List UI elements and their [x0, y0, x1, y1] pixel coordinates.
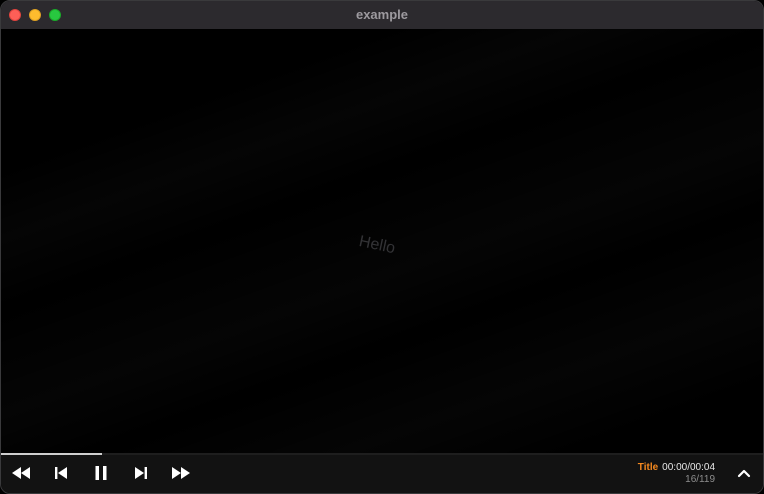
pause-button[interactable]: [89, 463, 113, 483]
title-bar: example: [1, 1, 763, 30]
playback-info: Title 00:00/00:04 16/119: [638, 462, 715, 486]
time-display: 00:00/00:04: [662, 462, 715, 473]
video-overlay-text: Hello: [357, 233, 397, 258]
app-window: example Hello Title 00:00/00:04 16/119: [0, 0, 764, 494]
media-title-label: Title: [637, 462, 659, 473]
fast-rewind-button[interactable]: [9, 463, 33, 483]
expand-button[interactable]: [735, 465, 753, 481]
progress-bar[interactable]: [1, 453, 763, 455]
skip-previous-icon: [55, 467, 67, 479]
progress-bar-fill: [1, 453, 103, 455]
next-button[interactable]: [129, 463, 153, 483]
chevron-up-icon: [737, 469, 751, 478]
previous-button[interactable]: [49, 463, 73, 483]
fast-rewind-icon: [12, 467, 30, 479]
frame-counter: 16/119: [685, 474, 715, 485]
window-title: example: [355, 7, 409, 22]
pause-icon: [95, 466, 107, 480]
fast-forward-button[interactable]: [169, 463, 193, 483]
video-frame[interactable]: Hello: [1, 29, 763, 455]
skip-next-icon: [135, 467, 147, 479]
fast-forward-icon: [172, 467, 190, 479]
playback-controls-bar: Title 00:00/00:04 16/119: [1, 453, 763, 493]
